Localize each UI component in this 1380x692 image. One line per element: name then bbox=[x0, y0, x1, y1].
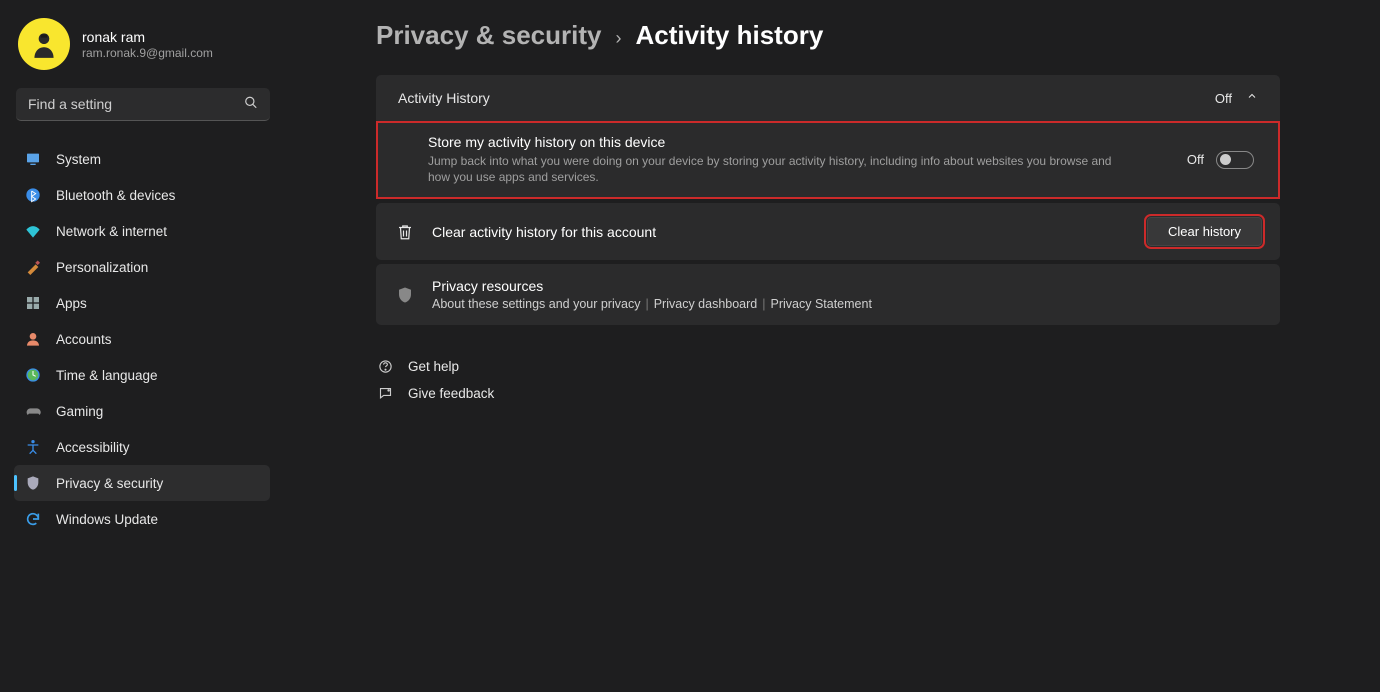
system-icon bbox=[24, 151, 42, 167]
sidebar-item-label: Accessibility bbox=[56, 440, 130, 455]
trash-icon bbox=[396, 223, 414, 241]
user-name: ronak ram bbox=[82, 29, 213, 45]
toggle-state: Off bbox=[1187, 152, 1204, 167]
help-icon bbox=[376, 359, 394, 374]
store-history-toggle[interactable] bbox=[1216, 151, 1254, 169]
sidebar-item-label: System bbox=[56, 152, 101, 167]
sidebar-item-label: Bluetooth & devices bbox=[56, 188, 175, 203]
update-icon bbox=[24, 511, 42, 527]
breadcrumb-parent[interactable]: Privacy & security bbox=[376, 20, 601, 51]
sidebar-item-accounts[interactable]: Accounts bbox=[14, 321, 270, 357]
shield-icon bbox=[24, 475, 42, 491]
get-help-link[interactable]: Get help bbox=[376, 353, 1280, 380]
sidebar-item-label: Gaming bbox=[56, 404, 103, 419]
store-history-title: Store my activity history on this device bbox=[428, 134, 1128, 150]
accounts-icon bbox=[24, 331, 42, 347]
sidebar-item-system[interactable]: System bbox=[14, 141, 270, 177]
store-history-row: Store my activity history on this device… bbox=[376, 121, 1280, 199]
bluetooth-icon bbox=[24, 187, 42, 203]
avatar bbox=[18, 18, 70, 70]
user-profile[interactable]: ronak ram ram.ronak.9@gmail.com bbox=[0, 18, 310, 88]
footer-links: Get help Give feedback bbox=[376, 353, 1280, 407]
sidebar-item-label: Network & internet bbox=[56, 224, 167, 239]
network-icon bbox=[24, 223, 42, 239]
chevron-right-icon: › bbox=[615, 28, 621, 49]
sidebar-item-accessibility[interactable]: Accessibility bbox=[14, 429, 270, 465]
card-state: Off bbox=[1215, 91, 1232, 106]
sidebar: ronak ram ram.ronak.9@gmail.com System B… bbox=[0, 0, 310, 692]
clear-history-row: Clear activity history for this account … bbox=[376, 203, 1280, 260]
sidebar-item-apps[interactable]: Apps bbox=[14, 285, 270, 321]
personalization-icon bbox=[24, 259, 42, 275]
clear-history-button[interactable]: Clear history bbox=[1147, 217, 1262, 246]
breadcrumb-current: Activity history bbox=[635, 20, 823, 51]
sidebar-item-label: Personalization bbox=[56, 260, 148, 275]
breadcrumb: Privacy & security › Activity history bbox=[376, 20, 1280, 51]
give-feedback-label: Give feedback bbox=[408, 386, 494, 401]
sidebar-item-network[interactable]: Network & internet bbox=[14, 213, 270, 249]
main-content: Privacy & security › Activity history Ac… bbox=[310, 0, 1380, 692]
gaming-icon bbox=[24, 403, 42, 419]
shield-icon bbox=[396, 286, 414, 304]
resources-link-3[interactable]: Privacy Statement bbox=[771, 297, 872, 311]
clear-history-title: Clear activity history for this account bbox=[432, 224, 656, 240]
sidebar-item-label: Time & language bbox=[56, 368, 158, 383]
accessibility-icon bbox=[24, 439, 42, 455]
activity-history-header[interactable]: Activity History Off bbox=[376, 75, 1280, 121]
get-help-label: Get help bbox=[408, 359, 459, 374]
sidebar-item-gaming[interactable]: Gaming bbox=[14, 393, 270, 429]
give-feedback-link[interactable]: Give feedback bbox=[376, 380, 1280, 407]
sidebar-item-label: Apps bbox=[56, 296, 87, 311]
time-icon bbox=[24, 367, 42, 383]
sidebar-item-label: Accounts bbox=[56, 332, 112, 347]
sidebar-item-label: Windows Update bbox=[56, 512, 158, 527]
sidebar-item-bluetooth[interactable]: Bluetooth & devices bbox=[14, 177, 270, 213]
resources-link-2[interactable]: Privacy dashboard bbox=[654, 297, 758, 311]
resources-links: About these settings and your privacy|Pr… bbox=[432, 297, 872, 311]
feedback-icon bbox=[376, 386, 394, 401]
resources-title: Privacy resources bbox=[432, 278, 872, 294]
privacy-resources-row[interactable]: Privacy resources About these settings a… bbox=[376, 264, 1280, 325]
sidebar-item-privacy[interactable]: Privacy & security bbox=[14, 465, 270, 501]
nav-list: System Bluetooth & devices Network & int… bbox=[0, 141, 310, 537]
search-container bbox=[16, 88, 270, 121]
sidebar-item-update[interactable]: Windows Update bbox=[14, 501, 270, 537]
sidebar-item-personalization[interactable]: Personalization bbox=[14, 249, 270, 285]
sidebar-item-label: Privacy & security bbox=[56, 476, 163, 491]
resources-link-1[interactable]: About these settings and your privacy bbox=[432, 297, 640, 311]
chevron-up-icon bbox=[1246, 89, 1258, 107]
sidebar-item-time[interactable]: Time & language bbox=[14, 357, 270, 393]
apps-icon bbox=[24, 295, 42, 311]
store-history-desc: Jump back into what you were doing on yo… bbox=[428, 153, 1128, 185]
card-title: Activity History bbox=[398, 90, 490, 106]
toggle-knob bbox=[1220, 154, 1231, 165]
user-email: ram.ronak.9@gmail.com bbox=[82, 46, 213, 60]
search-input[interactable] bbox=[16, 88, 270, 121]
activity-history-card: Activity History Off Store my activity h… bbox=[376, 75, 1280, 199]
